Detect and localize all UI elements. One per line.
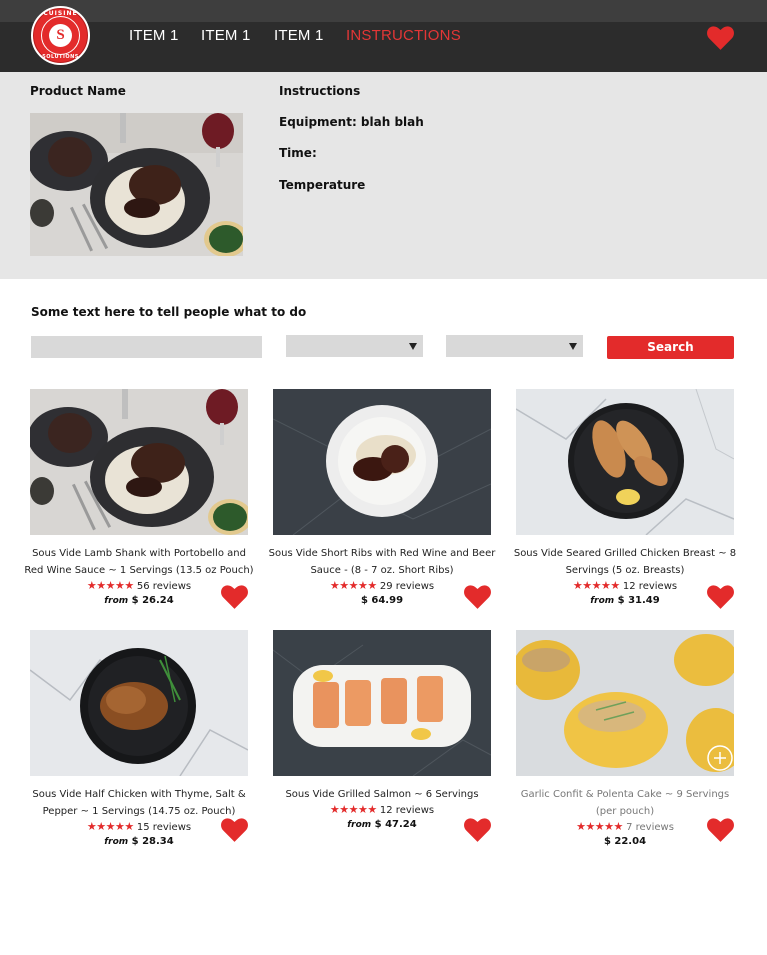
price-prefix: from [347,820,372,830]
product-price: $ 64.99 [273,595,491,606]
product-title[interactable]: Sous Vide Half Chicken with Thyme, Salt … [24,786,254,820]
price-value: $ 47.24 [374,819,417,830]
cuisine-solutions-logo[interactable]: CUISINE S SOLUTIONS [31,6,90,65]
review-count[interactable]: 12 reviews [380,805,434,816]
product-image[interactable] [516,389,734,535]
lamb-shank-photo [30,389,248,535]
star-rating-icon: ★★★★★ [329,579,377,592]
time-text: Time: [279,146,317,160]
product-title[interactable]: Garlic Confit & Polenta Cake ~ 9 Serving… [510,786,740,820]
nav-item-instructions[interactable]: INSTRUCTIONS [346,27,461,44]
favorite-heart-icon[interactable] [221,585,248,609]
price-prefix: from [104,596,129,606]
equipment-text: Equipment: blah blah [279,115,424,129]
favorite-heart-icon[interactable] [221,818,248,842]
price-prefix: from [590,596,615,606]
price-value: $ 64.99 [360,595,404,606]
dropdown-arrow-icon [409,343,417,350]
site-header: CUISINE S SOLUTIONS ITEM 1 ITEM 1 ITEM 1… [0,0,767,72]
star-rating-icon: ★★★★★ [86,820,134,833]
product-image[interactable] [273,630,491,776]
price-prefix: from [104,837,129,847]
product-image [30,113,243,256]
product-rating: ★★★★★ 12 reviews [273,803,491,816]
product-price: from $ 26.24 [30,595,248,606]
product-rating: ★★★★★ 15 reviews [30,820,248,833]
instructions-panel: Product Name Instructions Equipment: bla… [0,72,767,279]
product-image[interactable] [30,630,248,776]
product-title[interactable]: Sous Vide Short Ribs with Red Wine and B… [267,545,497,579]
instructions-heading: Instructions [279,84,361,98]
product-image[interactable] [516,630,734,776]
favorite-heart-icon[interactable] [707,818,734,842]
review-count[interactable]: 15 reviews [137,822,191,833]
filter-select-1[interactable] [286,335,423,357]
review-count[interactable]: 56 reviews [137,581,191,592]
product-price: $ 22.04 [516,836,734,847]
product-rating: ★★★★★ 56 reviews [30,579,248,592]
temperature-text: Temperature [279,178,366,192]
product-name-label: Product Name [30,84,126,98]
nav-item-3[interactable]: ITEM 1 [274,27,324,44]
product-title[interactable]: Sous Vide Lamb Shank with Portobello and… [24,545,254,579]
product-price: from $ 47.24 [273,819,491,830]
review-count[interactable]: 29 reviews [380,581,434,592]
star-rating-icon: ★★★★★ [86,579,134,592]
price-value: $ 31.49 [617,595,660,606]
product-rating: ★★★★★ 7 reviews [516,820,734,833]
salmon-photo [273,630,491,776]
price-value: $ 28.34 [131,836,174,847]
heart-icon[interactable] [707,26,734,50]
product-rating: ★★★★★ 29 reviews [273,579,491,592]
favorite-heart-icon[interactable] [464,818,491,842]
product-image[interactable] [30,389,248,535]
product-title[interactable]: Sous Vide Grilled Salmon ~ 6 Servings [267,786,497,803]
star-rating-icon: ★★★★★ [572,579,620,592]
lamb-shank-photo [30,113,243,256]
star-rating-icon: ★★★★★ [329,803,377,816]
price-value: $ 22.04 [603,836,647,847]
filter-select-2[interactable] [446,335,583,357]
product-image[interactable] [273,389,491,535]
price-value: $ 26.24 [131,595,174,606]
review-count[interactable]: 12 reviews [623,581,677,592]
product-rating: ★★★★★ 12 reviews [516,579,734,592]
logo-bottom-text: SOLUTIONS [42,54,79,60]
short-ribs-photo [273,389,491,535]
helper-text: Some text here to tell people what to do [31,305,307,319]
star-rating-icon: ★★★★★ [576,820,623,833]
search-input[interactable] [31,336,262,358]
nav-item-1[interactable]: ITEM 1 [129,27,179,44]
review-count[interactable]: 7 reviews [626,822,674,833]
favorite-heart-icon[interactable] [707,585,734,609]
product-price: from $ 28.34 [30,836,248,847]
dropdown-arrow-icon [569,343,577,350]
search-instructions-button[interactable]: Search Instructions [607,336,734,377]
nav-item-2[interactable]: ITEM 1 [201,27,251,44]
favorite-heart-icon[interactable] [464,585,491,609]
polenta-cake-photo [516,630,734,776]
half-chicken-photo [30,630,248,776]
logo-letter: S [49,24,72,47]
product-title[interactable]: Sous Vide Seared Grilled Chicken Breast … [510,545,740,579]
chicken-breast-photo [516,389,734,535]
product-price: from $ 31.49 [516,595,734,606]
